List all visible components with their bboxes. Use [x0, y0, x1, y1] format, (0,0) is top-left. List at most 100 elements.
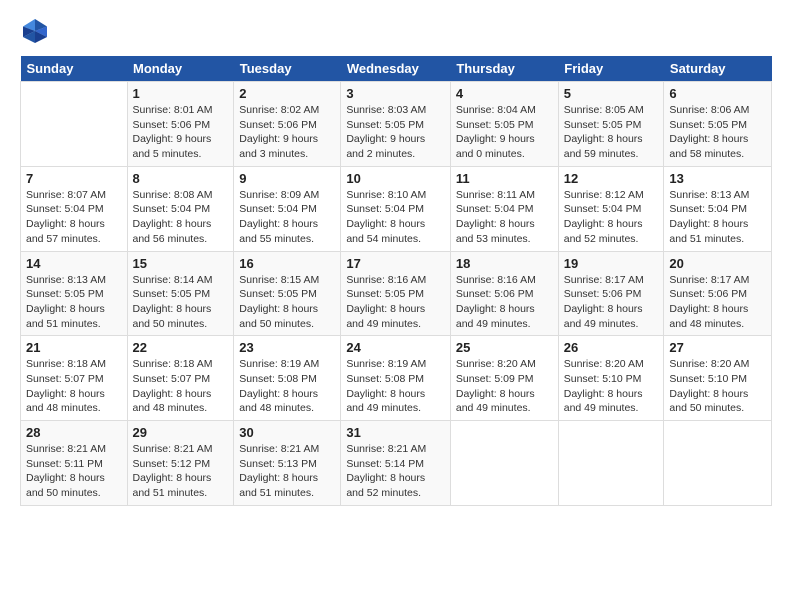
calendar-cell: 6 Sunrise: 8:06 AMSunset: 5:05 PMDaylight…: [664, 82, 772, 167]
day-info: Sunrise: 8:02 AMSunset: 5:06 PMDaylight:…: [239, 103, 335, 162]
day-number: 21: [26, 340, 122, 355]
calendar-cell: 5 Sunrise: 8:05 AMSunset: 5:05 PMDaylight…: [558, 82, 664, 167]
calendar-cell: 22Sunrise: 8:18 AMSunset: 5:07 PMDayligh…: [127, 336, 234, 421]
week-row-1: 7Sunrise: 8:07 AMSunset: 5:04 PMDaylight…: [21, 166, 772, 251]
day-info: Sunrise: 8:17 AMSunset: 5:06 PMDaylight:…: [564, 273, 659, 332]
calendar-cell: 20 Sunrise: 8:17 AMSunset: 5:06 PMDayligh…: [664, 251, 772, 336]
day-info: Sunrise: 8:20 AMSunset: 5:09 PMDaylight:…: [456, 357, 553, 416]
day-info: Sunrise: 8:12 AMSunset: 5:04 PMDaylight:…: [564, 188, 659, 247]
logo-icon: [20, 16, 50, 46]
week-row-3: 21Sunrise: 8:18 AMSunset: 5:07 PMDayligh…: [21, 336, 772, 421]
calendar-cell: 17 Sunrise: 8:16 AMSunset: 5:05 PMDayligh…: [341, 251, 451, 336]
day-number: 22: [133, 340, 229, 355]
day-number: 9: [239, 171, 335, 186]
day-info: Sunrise: 8:17 AMSunset: 5:06 PMDaylight:…: [669, 273, 766, 332]
calendar-table: SundayMondayTuesdayWednesdayThursdayFrid…: [20, 56, 772, 506]
day-number: 29: [133, 425, 229, 440]
day-header-wednesday: Wednesday: [341, 56, 451, 82]
calendar-cell: 23 Sunrise: 8:19 AMSunset: 5:08 PMDayligh…: [234, 336, 341, 421]
logo: [20, 16, 54, 46]
calendar-cell: 10 Sunrise: 8:10 AMSunset: 5:04 PMDayligh…: [341, 166, 451, 251]
day-header-sunday: Sunday: [21, 56, 128, 82]
calendar-cell: 18 Sunrise: 8:16 AMSunset: 5:06 PMDayligh…: [450, 251, 558, 336]
day-number: 27: [669, 340, 766, 355]
day-info: Sunrise: 8:16 AMSunset: 5:05 PMDaylight:…: [346, 273, 445, 332]
calendar-cell: 3 Sunrise: 8:03 AMSunset: 5:05 PMDaylight…: [341, 82, 451, 167]
calendar-body: 1Sunrise: 8:01 AMSunset: 5:06 PMDaylight…: [21, 82, 772, 506]
day-number: 1: [133, 86, 229, 101]
day-number: 2: [239, 86, 335, 101]
calendar-cell: 13 Sunrise: 8:13 AMSunset: 5:04 PMDayligh…: [664, 166, 772, 251]
calendar-cell: 7Sunrise: 8:07 AMSunset: 5:04 PMDaylight…: [21, 166, 128, 251]
day-number: 12: [564, 171, 659, 186]
calendar-cell: 12 Sunrise: 8:12 AMSunset: 5:04 PMDayligh…: [558, 166, 664, 251]
day-info: Sunrise: 8:13 AMSunset: 5:05 PMDaylight:…: [26, 273, 122, 332]
day-number: 25: [456, 340, 553, 355]
week-row-0: 1Sunrise: 8:01 AMSunset: 5:06 PMDaylight…: [21, 82, 772, 167]
day-info: Sunrise: 8:13 AMSunset: 5:04 PMDaylight:…: [669, 188, 766, 247]
calendar-cell: 29 Sunrise: 8:21 AMSunset: 5:12 PMDayligh…: [127, 421, 234, 506]
day-number: 13: [669, 171, 766, 186]
day-number: 20: [669, 256, 766, 271]
day-number: 7: [26, 171, 122, 186]
day-info: Sunrise: 8:20 AMSunset: 5:10 PMDaylight:…: [669, 357, 766, 416]
day-info: Sunrise: 8:21 AMSunset: 5:12 PMDaylight:…: [133, 442, 229, 501]
day-info: Sunrise: 8:09 AMSunset: 5:04 PMDaylight:…: [239, 188, 335, 247]
day-info: Sunrise: 8:03 AMSunset: 5:05 PMDaylight:…: [346, 103, 445, 162]
day-number: 17: [346, 256, 445, 271]
day-number: 6: [669, 86, 766, 101]
day-info: Sunrise: 8:21 AMSunset: 5:14 PMDaylight:…: [346, 442, 445, 501]
day-header-monday: Monday: [127, 56, 234, 82]
header: [20, 16, 772, 46]
week-row-2: 14 Sunrise: 8:13 AMSunset: 5:05 PMDayligh…: [21, 251, 772, 336]
day-number: 24: [346, 340, 445, 355]
calendar-cell: 28Sunrise: 8:21 AMSunset: 5:11 PMDayligh…: [21, 421, 128, 506]
day-info: Sunrise: 8:10 AMSunset: 5:04 PMDaylight:…: [346, 188, 445, 247]
page-container: SundayMondayTuesdayWednesdayThursdayFrid…: [0, 0, 792, 516]
day-info: Sunrise: 8:05 AMSunset: 5:05 PMDaylight:…: [564, 103, 659, 162]
day-number: 10: [346, 171, 445, 186]
calendar-cell: [450, 421, 558, 506]
day-info: Sunrise: 8:14 AMSunset: 5:05 PMDaylight:…: [133, 273, 229, 332]
day-number: 19: [564, 256, 659, 271]
calendar-cell: 26Sunrise: 8:20 AMSunset: 5:10 PMDayligh…: [558, 336, 664, 421]
calendar-cell: 31 Sunrise: 8:21 AMSunset: 5:14 PMDayligh…: [341, 421, 451, 506]
day-info: Sunrise: 8:06 AMSunset: 5:05 PMDaylight:…: [669, 103, 766, 162]
day-number: 16: [239, 256, 335, 271]
day-number: 18: [456, 256, 553, 271]
calendar-cell: 1Sunrise: 8:01 AMSunset: 5:06 PMDaylight…: [127, 82, 234, 167]
day-number: 14: [26, 256, 122, 271]
calendar-cell: 30Sunrise: 8:21 AMSunset: 5:13 PMDayligh…: [234, 421, 341, 506]
calendar-cell: 16 Sunrise: 8:15 AMSunset: 5:05 PMDayligh…: [234, 251, 341, 336]
day-number: 31: [346, 425, 445, 440]
day-number: 8: [133, 171, 229, 186]
calendar-cell: 11Sunrise: 8:11 AMSunset: 5:04 PMDayligh…: [450, 166, 558, 251]
week-row-4: 28Sunrise: 8:21 AMSunset: 5:11 PMDayligh…: [21, 421, 772, 506]
calendar-cell: 15 Sunrise: 8:14 AMSunset: 5:05 PMDayligh…: [127, 251, 234, 336]
day-header-friday: Friday: [558, 56, 664, 82]
day-number: 26: [564, 340, 659, 355]
calendar-cell: 25 Sunrise: 8:20 AMSunset: 5:09 PMDayligh…: [450, 336, 558, 421]
day-header-saturday: Saturday: [664, 56, 772, 82]
calendar-cell: [21, 82, 128, 167]
calendar-cell: 9 Sunrise: 8:09 AMSunset: 5:04 PMDaylight…: [234, 166, 341, 251]
day-info: Sunrise: 8:21 AMSunset: 5:13 PMDaylight:…: [239, 442, 335, 501]
day-info: Sunrise: 8:15 AMSunset: 5:05 PMDaylight:…: [239, 273, 335, 332]
calendar-cell: [558, 421, 664, 506]
day-info: Sunrise: 8:16 AMSunset: 5:06 PMDaylight:…: [456, 273, 553, 332]
day-number: 5: [564, 86, 659, 101]
calendar-cell: 27 Sunrise: 8:20 AMSunset: 5:10 PMDayligh…: [664, 336, 772, 421]
day-number: 15: [133, 256, 229, 271]
day-number: 4: [456, 86, 553, 101]
calendar-cell: 2 Sunrise: 8:02 AMSunset: 5:06 PMDaylight…: [234, 82, 341, 167]
day-info: Sunrise: 8:19 AMSunset: 5:08 PMDaylight:…: [239, 357, 335, 416]
calendar-cell: 19 Sunrise: 8:17 AMSunset: 5:06 PMDayligh…: [558, 251, 664, 336]
day-info: Sunrise: 8:19 AMSunset: 5:08 PMDaylight:…: [346, 357, 445, 416]
calendar-cell: 14 Sunrise: 8:13 AMSunset: 5:05 PMDayligh…: [21, 251, 128, 336]
calendar-cell: 8Sunrise: 8:08 AMSunset: 5:04 PMDaylight…: [127, 166, 234, 251]
calendar-cell: 24 Sunrise: 8:19 AMSunset: 5:08 PMDayligh…: [341, 336, 451, 421]
calendar-cell: [664, 421, 772, 506]
day-number: 23: [239, 340, 335, 355]
day-number: 3: [346, 86, 445, 101]
calendar-cell: 4Sunrise: 8:04 AMSunset: 5:05 PMDaylight…: [450, 82, 558, 167]
